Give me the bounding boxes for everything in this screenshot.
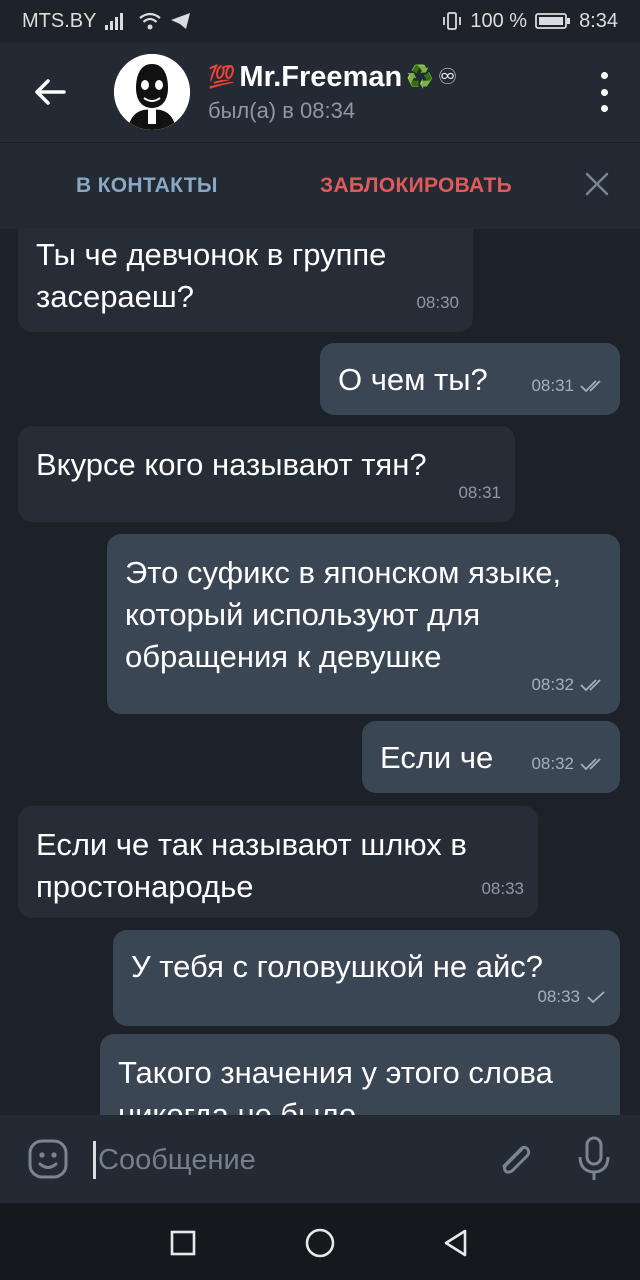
add-contact-button[interactable]: В КОНТАКТЫ	[76, 174, 218, 198]
chat-header: 💯 Mr.Freeman ♻️ ♾ был(а) в 08:34	[0, 42, 640, 142]
message-time: 08:33	[481, 879, 524, 898]
message-bubble-incoming[interactable]: Если че так называют шлюх в простонародь…	[18, 806, 538, 918]
new-contact-action-bar: В КОНТАКТЫ ЗАБЛОКИРОВАТЬ	[0, 142, 640, 229]
message-bubble-outgoing[interactable]: Если че 08:32	[362, 721, 620, 793]
wifi-icon	[139, 12, 162, 30]
message-time: 08:30	[416, 293, 459, 312]
message-bubble-incoming[interactable]: Вкурсе кого называют тян? 08:31	[18, 426, 515, 522]
message-time: 08:32	[531, 675, 574, 694]
message-text: Ты че девчонок в группе засераеш?	[36, 237, 387, 314]
message-time: 08:31	[458, 483, 501, 502]
contact-name: Mr.Freeman	[239, 60, 403, 93]
message-text: Вкурсе кого называют тян?	[36, 447, 427, 482]
more-dot	[600, 105, 608, 112]
single-check-icon	[587, 991, 605, 1004]
battery-percent: 100 %	[470, 9, 528, 32]
message-list[interactable]: Ты че девчонок в группе засераеш? 08:30 …	[0, 228, 640, 1115]
message-text: Такого значения у этого слова никогда не…	[118, 1055, 553, 1115]
back-button[interactable]	[0, 42, 100, 142]
message-meta: 08:31	[531, 365, 606, 407]
double-check-icon	[580, 758, 601, 771]
message-bubble-outgoing[interactable]: У тебя с головушкой не айс? 08:33	[113, 930, 620, 1026]
mask-avatar-image	[114, 54, 190, 130]
message-bubble-outgoing[interactable]: Это суфикс в японском языке, который исп…	[107, 534, 620, 714]
android-navigation-bar	[0, 1203, 640, 1280]
double-check-icon	[580, 679, 601, 692]
message-time: 08:33	[537, 987, 580, 1006]
message-text: Это суфикс в японском языке, который исп…	[125, 555, 562, 674]
system-back-button[interactable]	[435, 1223, 475, 1263]
avatar[interactable]	[114, 54, 190, 130]
arrow-left-icon	[35, 79, 66, 105]
message-meta: 08:32	[531, 664, 606, 706]
circle-icon	[305, 1228, 335, 1258]
block-user-button[interactable]: ЗАБЛОКИРОВАТЬ	[320, 174, 512, 198]
message-bubble-outgoing[interactable]: О чем ты? 08:31	[320, 343, 620, 415]
message-text: Если че	[380, 740, 494, 775]
last-seen-status: был(а) в 08:34	[208, 97, 356, 123]
message-meta: 08:33	[537, 976, 606, 1018]
message-time: 08:31	[531, 376, 574, 395]
message-meta: 08:32	[531, 743, 606, 785]
message-bubble-incoming[interactable]: Ты че девчонок в группе засераеш? 08:30	[18, 228, 473, 332]
signal-icon	[105, 13, 124, 30]
more-menu-button[interactable]	[594, 72, 614, 112]
close-icon[interactable]	[584, 171, 610, 197]
message-input[interactable]	[96, 1137, 460, 1183]
message-time: 08:32	[531, 754, 574, 773]
clock: 8:34	[579, 9, 618, 32]
carrier-label: MTS.BY	[22, 9, 97, 32]
paperclip-icon[interactable]	[492, 1137, 536, 1181]
recent-apps-button[interactable]	[163, 1223, 203, 1263]
message-text: О чем ты?	[338, 362, 488, 397]
message-meta: 08:31	[458, 472, 501, 514]
status-bar: MTS.BY 100 % 8:34	[0, 0, 640, 42]
double-check-icon	[580, 380, 601, 393]
more-vertical-icon	[600, 72, 608, 79]
message-meta: 08:33	[481, 868, 524, 910]
message-bubble-outgoing[interactable]: Такого значения у этого слова никогда не…	[100, 1034, 620, 1115]
triangle-back-icon	[444, 1229, 467, 1257]
battery-icon	[535, 13, 571, 29]
chat-title[interactable]: 💯 Mr.Freeman ♻️ ♾ был(а) в 08:34	[208, 61, 457, 124]
square-icon	[170, 1230, 196, 1256]
message-text: Если че так называют шлюх в простонародь…	[36, 827, 467, 904]
telegram-notification-icon	[171, 13, 191, 29]
infinity-emoji: ♾	[437, 64, 458, 89]
contact-name-row: 💯 Mr.Freeman ♻️ ♾	[208, 61, 457, 94]
message-meta: 08:30	[416, 282, 459, 324]
microphone-icon[interactable]	[574, 1135, 614, 1183]
hundred-emoji: 💯	[208, 64, 236, 89]
emoji-icon[interactable]	[26, 1137, 70, 1181]
composer-bar	[0, 1115, 640, 1203]
recycle-emoji: ♻️	[406, 64, 434, 89]
more-dot	[600, 88, 608, 96]
message-text: У тебя с головушкой не айс?	[131, 949, 544, 984]
home-button[interactable]	[300, 1223, 340, 1263]
vibrate-icon	[443, 12, 462, 30]
